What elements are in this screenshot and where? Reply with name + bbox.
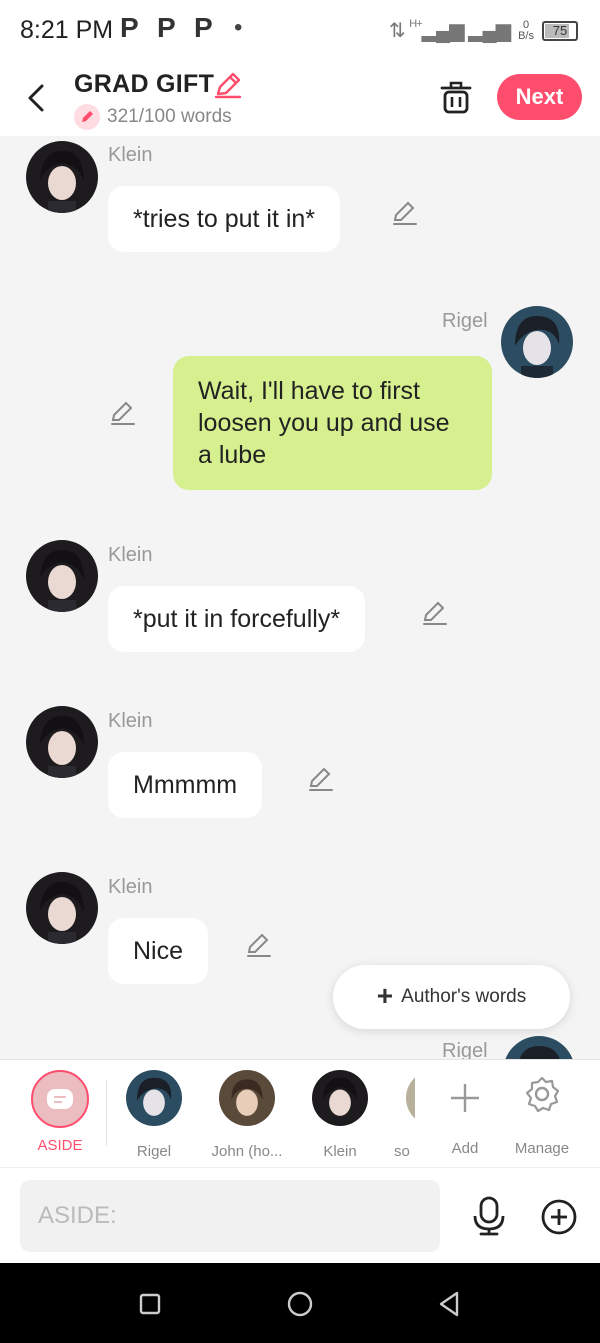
status-dot: • [234, 14, 243, 41]
avatar [406, 1070, 415, 1126]
back-icon [28, 84, 44, 112]
chat-area[interactable]: Klein *tries to put it in* Rigel Wait, I… [0, 136, 600, 1059]
avatar [219, 1070, 275, 1126]
input-bar [0, 1167, 600, 1263]
plus-icon [451, 1084, 479, 1112]
avatar-klein[interactable] [26, 540, 98, 612]
avatar-rigel[interactable] [503, 1036, 575, 1059]
page-title: GRAD GIFT [74, 70, 215, 98]
system-back-button[interactable] [433, 1287, 467, 1321]
character-klein[interactable]: Klein [302, 1070, 378, 1160]
edit-icon [247, 933, 271, 957]
avatar-rigel[interactable] [501, 306, 573, 378]
message-bubble[interactable]: Mmmmm [108, 752, 263, 818]
word-count: 321/100 words [107, 106, 232, 127]
sender-name: Rigel [442, 1040, 488, 1059]
character-label: ASIDE [37, 1137, 83, 1154]
character-john[interactable]: John (ho... [209, 1070, 285, 1160]
battery-level: 75 [552, 22, 568, 38]
speed-unit: B/s [518, 29, 534, 42]
edit-message-button[interactable] [390, 198, 420, 228]
sender-name: Klein [108, 876, 153, 898]
authors-words-label: Author's words [401, 986, 527, 1007]
next-button[interactable]: Next [497, 74, 582, 120]
recent-apps-button[interactable] [133, 1287, 167, 1321]
status-time: 8:21 PM [20, 16, 114, 44]
pencil-icon [214, 72, 242, 99]
pencil-icon [82, 111, 93, 122]
message-bubble-own[interactable]: Wait, I'll have to first loosen you up a… [173, 356, 492, 490]
avatar-klein[interactable] [26, 872, 98, 944]
word-count-icon [74, 104, 100, 130]
delete-button[interactable] [438, 78, 474, 118]
triangle-back-icon [439, 1291, 459, 1317]
avatar [312, 1070, 368, 1126]
edit-message-button[interactable] [306, 764, 336, 794]
network-type: H+ [409, 18, 422, 30]
sender-name: Klein [108, 710, 153, 732]
avatar [126, 1070, 182, 1126]
edit-title-button[interactable] [212, 70, 244, 100]
status-bar: 8:21 PM P P P • ⇅ H+▂▄▆ ▂▄▆ 0 B/s 75 [0, 0, 600, 60]
manage-button[interactable]: Manage [504, 1070, 580, 1157]
plus-icon: + [376, 979, 394, 1011]
back-button[interactable] [20, 78, 56, 118]
avatar-klein[interactable] [26, 141, 98, 213]
voice-button[interactable] [470, 1196, 508, 1236]
edit-message-button[interactable] [244, 930, 274, 960]
sender-name: Klein [108, 144, 153, 166]
header: GRAD GIFT 321/100 words Next [0, 60, 600, 136]
manage-label: Manage [514, 1140, 570, 1157]
add-circle-icon [541, 1199, 577, 1235]
signal-icon: ⇅ H+▂▄▆ ▂▄▆ [388, 18, 511, 42]
authors-words-button[interactable]: + Author's words [333, 965, 570, 1029]
chat-bubble-icon [47, 1089, 73, 1109]
character-label: so i [394, 1143, 415, 1160]
divider [106, 1080, 107, 1146]
message-bubble[interactable]: Nice [108, 918, 209, 984]
message-bubble[interactable]: *put it in forcefully* [108, 586, 366, 652]
edit-message-button[interactable] [420, 598, 450, 628]
gear-icon [525, 1076, 560, 1113]
aside-avatar [31, 1070, 89, 1128]
sender-name: Klein [108, 544, 153, 566]
square-icon [139, 1293, 161, 1315]
avatar-klein[interactable] [26, 706, 98, 778]
sender-name: Rigel [442, 310, 488, 332]
microphone-icon [473, 1196, 505, 1236]
add-attachment-button[interactable] [540, 1198, 578, 1236]
message-bubble[interactable]: *tries to put it in* [108, 186, 341, 252]
speed-indicator: 0 B/s [518, 19, 534, 42]
edit-icon [423, 601, 447, 625]
edit-message-button[interactable] [108, 398, 138, 428]
add-label: Add [451, 1140, 479, 1157]
character-label: Rigel [136, 1143, 172, 1160]
edit-icon [309, 767, 333, 791]
edit-icon [393, 201, 417, 225]
character-label: Klein [323, 1143, 357, 1160]
status-indicator: P [157, 12, 176, 43]
message-input[interactable] [20, 1180, 440, 1252]
trash-icon [440, 81, 472, 114]
system-nav-bar [0, 1263, 600, 1343]
circle-icon [287, 1291, 313, 1317]
add-character-button[interactable]: Add [427, 1070, 503, 1157]
character-aside[interactable]: ASIDE [22, 1070, 98, 1154]
character-partial[interactable]: so i [388, 1070, 415, 1160]
character-bar: ASIDE Rigel John (ho... Klein so i Add M… [0, 1059, 600, 1167]
character-rigel[interactable]: Rigel [116, 1070, 192, 1160]
battery-icon: 75 [542, 20, 578, 41]
status-right: ⇅ H+▂▄▆ ▂▄▆ 0 B/s 75 [389, 18, 578, 43]
edit-icon [111, 401, 135, 425]
status-indicator: P [194, 12, 213, 43]
status-indicator: P [120, 12, 139, 43]
character-label: John (ho... [211, 1143, 283, 1160]
home-button[interactable] [283, 1287, 317, 1321]
